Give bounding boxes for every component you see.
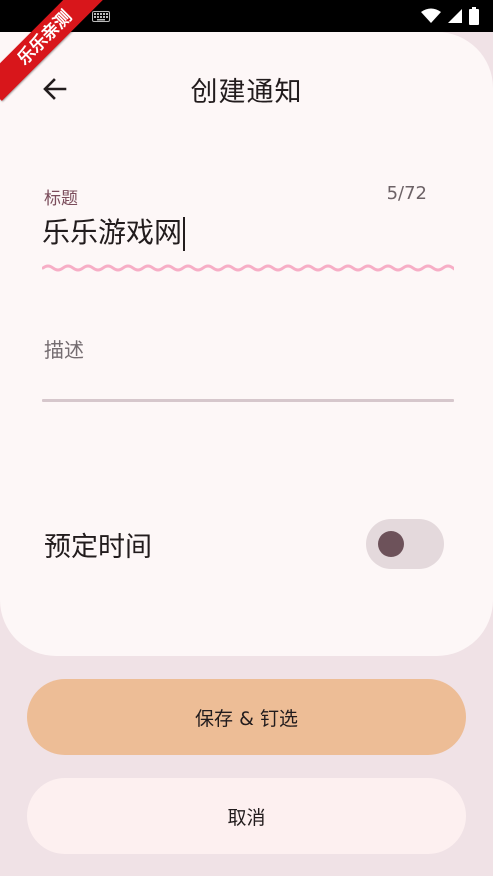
wifi-icon bbox=[421, 8, 441, 23]
title-input-value: 乐乐游戏网 bbox=[42, 216, 183, 249]
schedule-toggle[interactable] bbox=[366, 519, 444, 569]
description-underline bbox=[42, 399, 454, 402]
battery-icon bbox=[469, 7, 479, 25]
title-field-label: 标题 bbox=[44, 189, 78, 209]
character-counter: 5/72 bbox=[386, 183, 427, 204]
page-title: 创建通知 bbox=[190, 77, 303, 108]
text-cursor bbox=[183, 217, 186, 251]
toggle-thumb bbox=[378, 531, 404, 557]
save-pin-button-label: 保存 & 钉选 bbox=[195, 707, 298, 730]
cancel-button-label: 取消 bbox=[227, 806, 266, 829]
description-placeholder: 描述 bbox=[44, 338, 84, 362]
cancel-button[interactable]: 取消 bbox=[27, 778, 466, 854]
cellular-signal-icon bbox=[448, 9, 462, 23]
schedule-label: 预定时间 bbox=[44, 532, 152, 563]
description-field[interactable]: 描述 bbox=[42, 330, 454, 402]
spellcheck-underline bbox=[42, 264, 454, 272]
save-pin-button[interactable]: 保存 & 钉选 bbox=[27, 679, 466, 755]
title-input[interactable]: 乐乐游戏网 bbox=[42, 208, 452, 258]
keyboard-icon bbox=[92, 11, 110, 22]
